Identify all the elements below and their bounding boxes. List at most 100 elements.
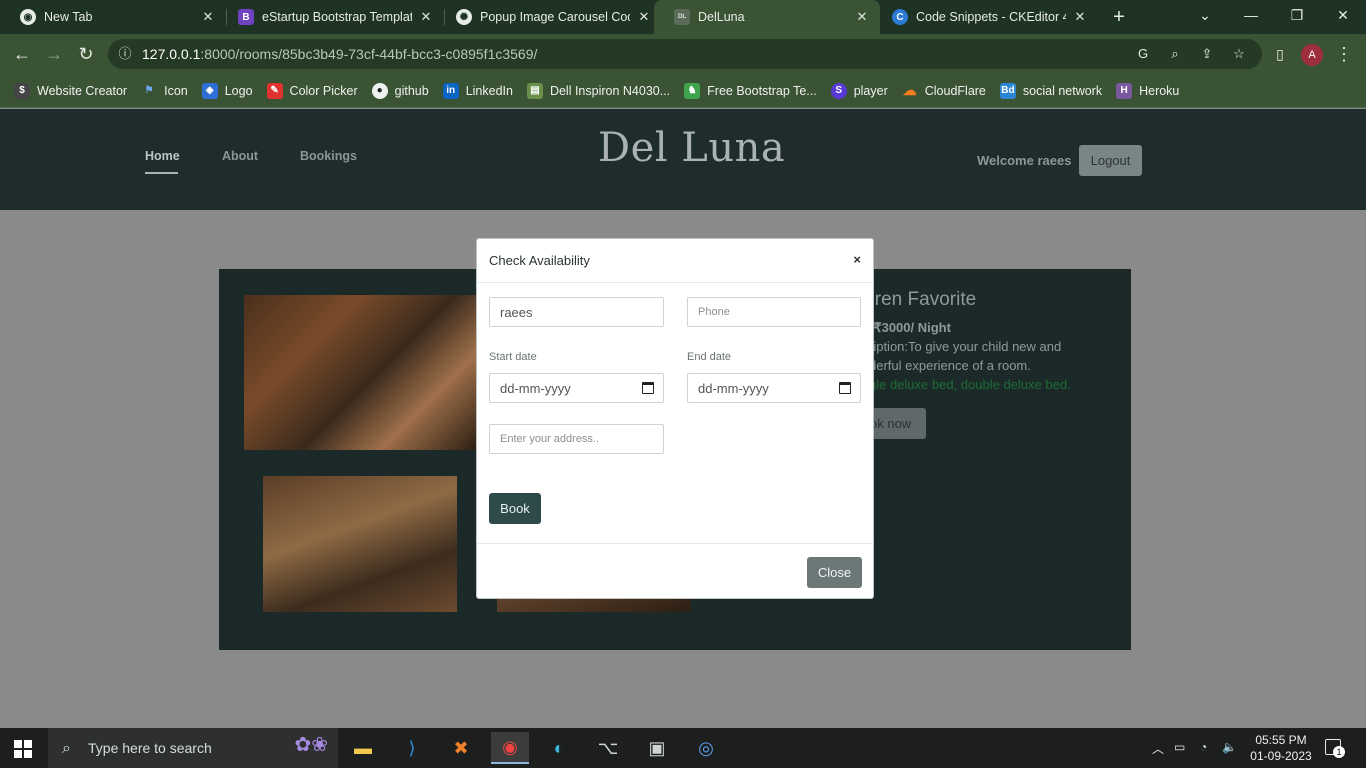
bookmark-label: Heroku: [1139, 83, 1180, 98]
address-input[interactable]: Enter your address..: [489, 424, 664, 454]
welcome-text: Welcome raees: [977, 153, 1072, 168]
reload-icon[interactable]: ↻: [74, 42, 98, 66]
start-date-input[interactable]: dd-mm-yyyy: [489, 373, 664, 403]
git-bash-icon[interactable]: ⌥: [589, 732, 627, 764]
modal-footer-divider: [477, 543, 873, 544]
new-tab-plus-icon[interactable]: +: [1108, 6, 1130, 28]
player-icon: S: [830, 82, 847, 99]
close-icon[interactable]: ✕: [200, 9, 216, 25]
tab-popup-carousel[interactable]: ✺ Popup Image Carousel Code ✕: [436, 0, 662, 34]
chrome-taskbar-icon[interactable]: ◉: [491, 732, 529, 764]
chrome-icon: ◉: [20, 9, 36, 25]
name-input[interactable]: raees: [489, 297, 664, 327]
address-bar[interactable]: ⓘ 127.0.0.1:8000/rooms/85bc3b49-73cf-44b…: [108, 39, 1262, 69]
restore-icon[interactable]: ❐: [1274, 0, 1320, 30]
share-icon[interactable]: ⇪: [1198, 45, 1216, 63]
bookmark-free-bootstrap[interactable]: ♞ Free Bootstrap Te...: [684, 82, 817, 99]
terminal-icon[interactable]: ▣: [638, 732, 676, 764]
close-window-icon[interactable]: ✕: [1320, 0, 1366, 30]
zoom-icon[interactable]: ⌕: [1166, 45, 1184, 63]
tab-estartup[interactable]: B eStartup Bootstrap Template ✕: [218, 0, 444, 34]
phone-input[interactable]: Phone: [687, 297, 861, 327]
close-icon[interactable]: ×: [853, 252, 861, 267]
bookmark-color-picker[interactable]: ✎ Color Picker: [266, 82, 358, 99]
tab-ckeditor[interactable]: C Code Snippets - CKEditor 4 D ✕: [872, 0, 1098, 34]
back-arrow-icon[interactable]: ←: [10, 42, 34, 66]
room-beds: gle deluxe bed, double deluxe bed.: [869, 377, 1071, 392]
bookmark-label: Icon: [164, 83, 188, 98]
bookmark-linkedin[interactable]: in LinkedIn: [442, 82, 513, 99]
website-creator-icon: $: [14, 82, 30, 99]
site-logo[interactable]: Del Luna: [598, 125, 785, 171]
tab-new-tab[interactable]: ◉ New Tab ✕: [0, 0, 226, 34]
bookmark-label: Logo: [224, 83, 253, 98]
end-date-input[interactable]: dd-mm-yyyy: [687, 373, 861, 403]
bookmark-label: Color Picker: [289, 83, 358, 98]
remote-desktop-icon[interactable]: ◎: [687, 732, 725, 764]
close-icon[interactable]: ✕: [854, 9, 870, 25]
close-icon[interactable]: ✕: [1072, 9, 1088, 25]
taskbar-clock[interactable]: 05:55 PM 01-09-2023: [1249, 732, 1313, 764]
nav-active-underline: [145, 172, 178, 174]
bootstrap-free-icon: ♞: [684, 82, 701, 99]
notification-badge: 1: [1333, 746, 1345, 758]
edge-icon[interactable]: ◐: [540, 732, 578, 764]
bookmark-heroku[interactable]: H Heroku: [1116, 82, 1180, 99]
url-path: :8000/rooms/85bc3b49-73cf-44bf-bcc3-c089…: [200, 46, 538, 62]
room-image-thumb-1[interactable]: [263, 476, 457, 612]
bookmark-website-creator[interactable]: $ Website Creator: [14, 82, 127, 99]
bookmark-logo[interactable]: ◈ Logo: [201, 82, 253, 99]
linkedin-icon: in: [442, 82, 459, 99]
logout-button[interactable]: Logout: [1079, 145, 1142, 176]
vscode-icon[interactable]: ⟩: [393, 732, 431, 764]
close-button[interactable]: Close: [807, 557, 862, 588]
bookmark-cloudflare[interactable]: ☁ CloudFlare: [902, 82, 986, 99]
start-date-value: dd-mm-yyyy: [500, 380, 571, 396]
nav-bookings[interactable]: Bookings: [300, 149, 357, 163]
tray-chevron-icon[interactable]: ︿: [1152, 740, 1164, 757]
check-availability-modal: Check Availability × raees Phone Start d…: [476, 238, 874, 599]
file-explorer-icon[interactable]: ▬: [344, 732, 382, 764]
tab-title: eStartup Bootstrap Template: [262, 10, 412, 24]
close-icon[interactable]: ✕: [636, 9, 652, 25]
bookmark-star-icon[interactable]: ☆: [1230, 45, 1248, 63]
site-header: Home About Bookings Del Luna Welcome rae…: [0, 109, 1366, 210]
profile-avatar[interactable]: A: [1301, 44, 1323, 66]
social-network-icon: Bd: [999, 82, 1016, 99]
site-info-icon[interactable]: ⓘ: [116, 45, 134, 63]
color-picker-icon: ✎: [266, 82, 283, 99]
dell-icon: ▤: [526, 82, 543, 99]
bookmark-icon[interactable]: ⚑ Icon: [141, 83, 188, 99]
xampp-icon[interactable]: ✖: [442, 732, 480, 764]
bookmark-label: social network: [1022, 83, 1103, 98]
room-image-main[interactable]: [244, 295, 476, 450]
google-icon[interactable]: G: [1134, 45, 1152, 63]
bookmark-player[interactable]: Splayer: [830, 82, 888, 99]
bookmark-label: Free Bootstrap Te...: [707, 83, 817, 98]
nav-home[interactable]: Home: [145, 149, 180, 163]
bookmark-github[interactable]: ● github: [371, 82, 429, 99]
book-button[interactable]: Book: [489, 493, 541, 524]
end-date-label: End date: [687, 351, 732, 363]
bookmark-social-network[interactable]: Bd social network: [999, 82, 1103, 99]
minimize-icon[interactable]: —: [1228, 0, 1274, 30]
modal-header: Check Availability ×: [477, 239, 873, 283]
flag-icon: ⚑: [144, 85, 154, 96]
close-icon[interactable]: ✕: [418, 9, 434, 25]
volume-icon[interactable]: 🔈: [1222, 740, 1237, 754]
wifi-icon[interactable]: ◔: [1200, 740, 1207, 754]
chrome-menu-icon[interactable]: ⋮: [1332, 42, 1356, 66]
calendar-icon[interactable]: [642, 382, 654, 394]
battery-icon[interactable]: ▭: [1174, 740, 1185, 754]
taskbar-search[interactable]: ⌕ Type here to search ✿❀: [48, 728, 338, 768]
bookmark-dell[interactable]: ▤ Dell Inspiron N4030...: [526, 82, 670, 99]
nav-about[interactable]: About: [222, 149, 258, 163]
tab-search-chevron-icon[interactable]: ⌄: [1182, 0, 1228, 30]
windows-start-icon[interactable]: [14, 740, 32, 758]
bookmarks-bar: $ Website Creator ⚑ Icon ◈ Logo ✎ Color Pick…: [0, 74, 1366, 108]
side-panel-icon[interactable]: ▯: [1268, 42, 1292, 66]
tab-delluna[interactable]: DL DelLuna ✕: [654, 0, 880, 34]
forward-arrow-icon[interactable]: →: [42, 42, 66, 66]
clock-time: 05:55 PM: [1255, 733, 1307, 747]
calendar-icon[interactable]: [839, 382, 851, 394]
